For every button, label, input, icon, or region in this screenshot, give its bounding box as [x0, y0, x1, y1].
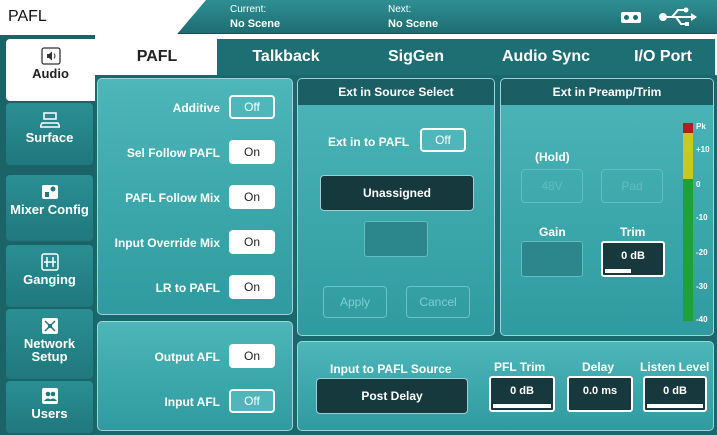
output-afl-toggle[interactable]: On [229, 344, 275, 368]
delay-value: 0.0 ms [582, 385, 618, 397]
next-scene-label: Next: [388, 4, 412, 15]
preamp-48v-button[interactable]: 48V [521, 169, 583, 203]
ext-source-panel: Ext in Source Select Ext in to PAFL Off … [297, 78, 495, 336]
sidebar-item-label: Surface [25, 130, 74, 145]
input-afl-label: Input AFL [164, 395, 220, 409]
sidebar-item-users[interactable]: Users [6, 381, 93, 433]
tab-talkback[interactable]: Talkback [221, 39, 351, 75]
ext-source-empty-slot [364, 221, 428, 257]
gain-control[interactable] [521, 241, 583, 277]
tab-pafl[interactable]: PAFL [97, 39, 217, 75]
pafl-follow-mix-toggle[interactable]: On [229, 185, 275, 209]
sidebar-item-network-setup[interactable]: Network Setup [6, 309, 93, 379]
listen-level-bar [647, 404, 703, 408]
ganging-icon [40, 253, 59, 271]
input-override-mix-toggle[interactable]: On [229, 230, 275, 254]
sidebar-item-mixer-config[interactable]: Mixer Config [6, 175, 93, 241]
sidebar: Audio Surface Mixer Config Ganging Netwo… [0, 35, 95, 435]
content-area: Additive Off Sel Follow PAFL On PAFL Fol… [95, 75, 717, 435]
sel-follow-pafl-label: Sel Follow PAFL [126, 146, 220, 160]
meter-tick-minus30: -30 [696, 282, 708, 291]
input-to-pafl-source-selector[interactable]: Post Delay [316, 378, 468, 414]
sidebar-item-label: Audio [32, 66, 69, 81]
current-scene-label: Current: [230, 4, 267, 15]
trim-level-bar [605, 269, 631, 273]
tab-bar: PAFL Talkback SigGen Audio Sync I/O Port [97, 39, 715, 75]
tape-icon [621, 12, 641, 23]
pafl-source-panel: Input to PAFL Source Post Delay PFL Trim… [297, 341, 714, 431]
lr-to-pafl-label: LR to PAFL [155, 281, 220, 295]
preamp-pad-button[interactable]: Pad [601, 169, 663, 203]
sidebar-item-label: Mixer Config [10, 202, 89, 217]
input-to-pafl-source-label: Input to PAFL Source [330, 362, 452, 376]
ext-to-pafl-label: Ext in to PAFL [328, 135, 410, 149]
lr-to-pafl-toggle[interactable]: On [229, 275, 275, 299]
meter-tick-0: 0 [696, 180, 701, 189]
network-icon [41, 318, 58, 334]
sidebar-item-surface[interactable]: Surface [6, 103, 93, 165]
meter-peak-segment [683, 123, 693, 133]
delay-label: Delay [582, 360, 615, 374]
meter-tick-minus20: -20 [696, 248, 708, 257]
pafl-follow-mix-label: PAFL Follow Mix [125, 191, 220, 205]
additive-toggle[interactable]: Off [229, 95, 275, 119]
output-afl-label: Output AFL [154, 350, 220, 364]
next-scene: Next: No Scene [388, 3, 438, 31]
sidebar-item-ganging[interactable]: Ganging [6, 245, 93, 307]
listen-level-label: Listen Level [640, 360, 710, 374]
pfl-trim-level-bar [493, 404, 551, 408]
next-scene-value: No Scene [388, 18, 439, 30]
sel-follow-pafl-toggle[interactable]: On [229, 140, 275, 164]
meter-yellow-segment [683, 133, 693, 179]
trim-label: Trim [620, 225, 646, 239]
meter-tick-plus10: +10 [696, 145, 710, 154]
ext-source-selector[interactable]: Unassigned [320, 175, 474, 211]
input-afl-toggle[interactable]: Off [229, 389, 275, 413]
tab-io-port[interactable]: I/O Port [611, 39, 715, 75]
sidebar-item-audio[interactable]: Audio [6, 39, 95, 101]
trim-value-box[interactable]: 0 dB [601, 241, 665, 277]
pafl-options-panel: Additive Off Sel Follow PAFL On PAFL Fol… [97, 78, 293, 315]
surface-icon [39, 112, 60, 128]
ext-to-pafl-toggle[interactable]: Off [420, 128, 466, 152]
sidebar-item-label: Network Setup [23, 336, 76, 364]
hold-label: (Hold) [535, 150, 570, 164]
apply-button[interactable]: Apply [323, 286, 387, 318]
tab-siggen[interactable]: SigGen [351, 39, 481, 75]
additive-label: Additive [172, 101, 220, 115]
trim-value: 0 dB [621, 250, 645, 262]
pfl-trim-value: 0 dB [510, 385, 534, 397]
pfl-trim-value-box[interactable]: 0 dB [489, 376, 555, 412]
pfl-trim-label: PFL Trim [494, 360, 546, 374]
ext-preamp-panel: Ext in Preamp/Trim (Hold) 48V Pad Gain T… [500, 78, 714, 336]
current-scene-value: No Scene [230, 18, 281, 30]
mixer-config-icon [41, 185, 58, 199]
sidebar-item-label: Users [31, 406, 68, 421]
cancel-button[interactable]: Cancel [406, 286, 470, 318]
meter-tick-pk: Pk [696, 122, 706, 131]
ext-source-heading: Ext in Source Select [298, 79, 494, 105]
input-override-mix-label: Input Override Mix [114, 236, 220, 250]
current-scene: Current: No Scene [230, 3, 280, 31]
users-icon [41, 388, 58, 404]
listen-level-value: 0 dB [663, 385, 687, 397]
ext-in-level-meter [683, 123, 693, 321]
ext-preamp-heading: Ext in Preamp/Trim [501, 79, 713, 105]
top-bar: PAFL Current: No Scene Next: No Scene [0, 0, 717, 34]
afl-options-panel: Output AFL On Input AFL Off [97, 321, 293, 431]
usb-icon [659, 7, 697, 26]
meter-tick-minus10: -10 [696, 213, 708, 222]
sidebar-item-label: Ganging [23, 272, 76, 287]
tab-audio-sync[interactable]: Audio Sync [481, 39, 611, 75]
delay-value-box[interactable]: 0.0 ms [567, 376, 633, 412]
meter-green-segment [683, 179, 693, 321]
speaker-icon [40, 47, 61, 65]
listen-level-value-box[interactable]: 0 dB [643, 376, 707, 412]
gain-label: Gain [539, 225, 566, 239]
page-title: PAFL [8, 8, 47, 25]
meter-tick-minus40: -40 [696, 315, 708, 324]
